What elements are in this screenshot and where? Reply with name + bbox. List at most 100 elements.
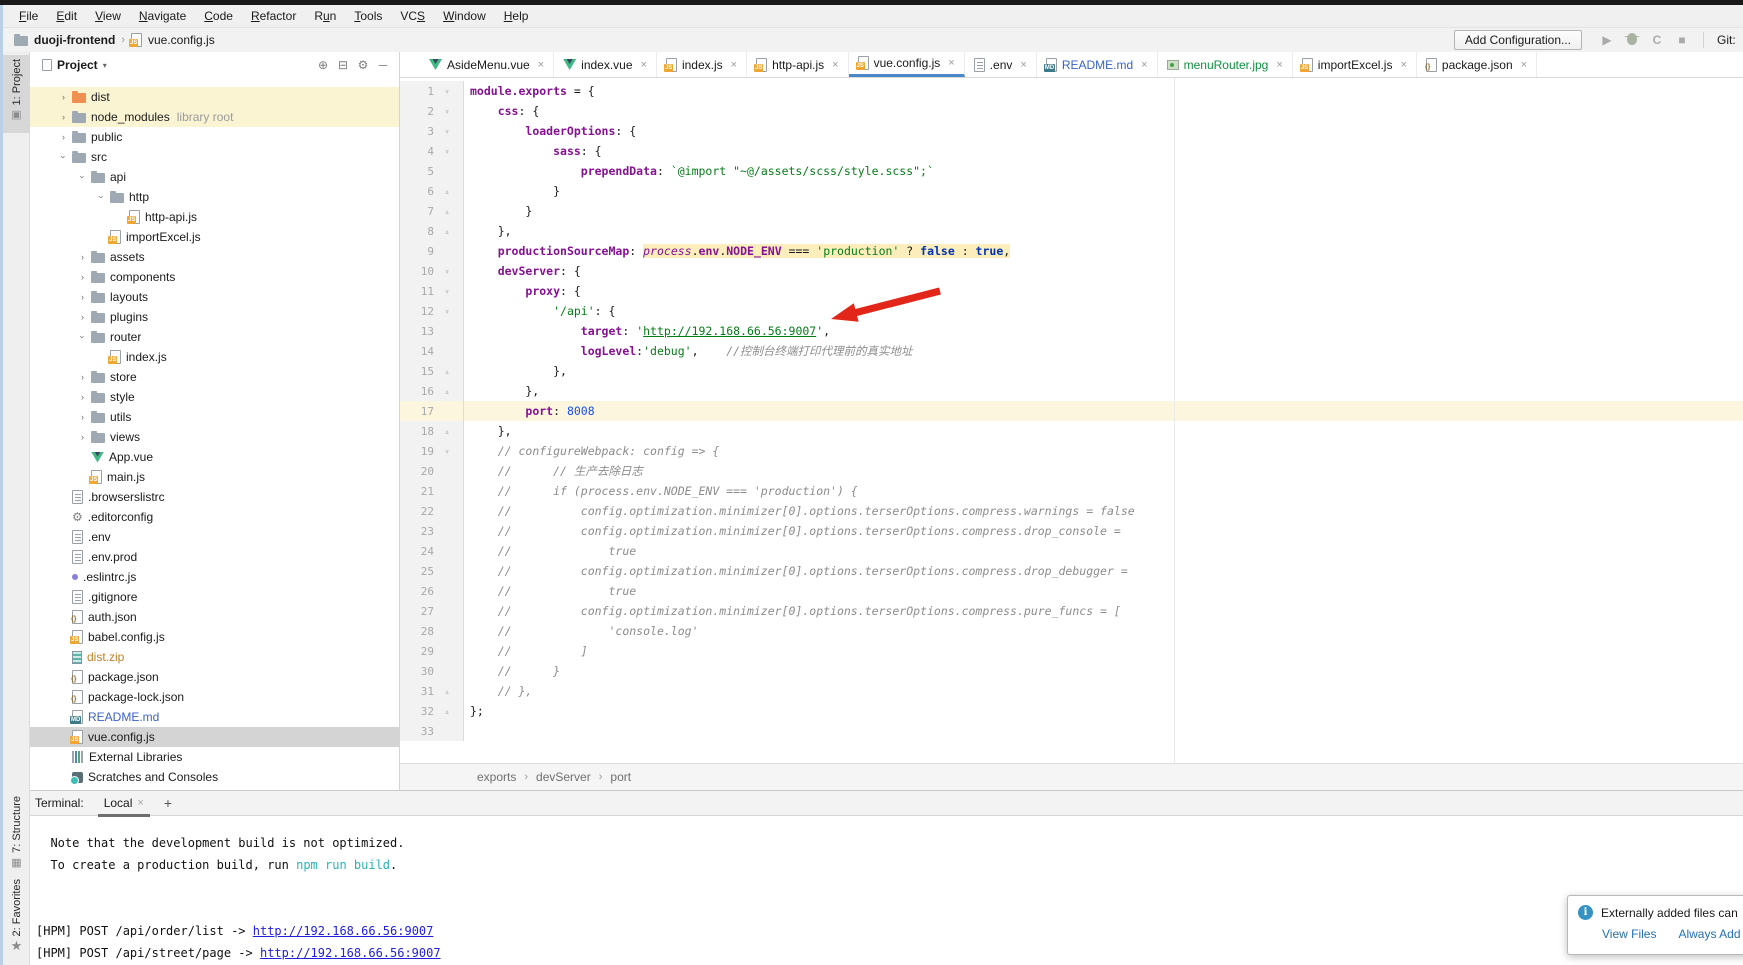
gutter[interactable]: 30 xyxy=(400,661,464,681)
project-panel-title[interactable]: Project xyxy=(57,58,98,72)
gutter[interactable]: 6▵ xyxy=(400,181,464,201)
menu-item-refactor[interactable]: Refactor xyxy=(242,6,305,26)
gutter[interactable]: 33 xyxy=(400,721,464,741)
gutter[interactable]: 28 xyxy=(400,621,464,641)
gutter[interactable]: 16▵ xyxy=(400,381,464,401)
tree-item-views[interactable]: ›views xyxy=(30,427,399,447)
gutter[interactable]: 11▿ xyxy=(400,281,464,301)
gutter[interactable]: 14 xyxy=(400,341,464,361)
menu-item-file[interactable]: File xyxy=(10,6,47,26)
tree-item-style[interactable]: ›style xyxy=(30,387,399,407)
settings-gear-icon[interactable]: ⚙ xyxy=(353,58,373,72)
toolwindow-favorites-button[interactable]: 2: Favorites ★ xyxy=(3,875,30,960)
tree-item-index-js[interactable]: JSindex.js xyxy=(30,347,399,367)
close-icon[interactable]: × xyxy=(538,59,544,71)
close-icon[interactable]: × xyxy=(641,59,647,71)
chevron-icon[interactable]: › xyxy=(74,392,91,402)
gutter[interactable]: 4▿ xyxy=(400,141,464,161)
menu-item-view[interactable]: View xyxy=(86,6,130,26)
menu-item-edit[interactable]: Edit xyxy=(47,6,86,26)
fold-marker-icon[interactable]: ▿ xyxy=(434,147,460,156)
stop-icon[interactable]: ■ xyxy=(1674,33,1690,47)
tree-item--env-prod[interactable]: .env.prod xyxy=(30,547,399,567)
tree-item--browserslistrc[interactable]: .browserslistrc xyxy=(30,487,399,507)
tree-item-app-vue[interactable]: App.vue xyxy=(30,447,399,467)
menu-item-window[interactable]: Window xyxy=(434,6,495,26)
chevron-icon[interactable]: › xyxy=(59,149,69,166)
fold-marker-icon[interactable]: ▵ xyxy=(434,227,460,236)
locate-file-icon[interactable]: ⊕ xyxy=(313,58,333,72)
editor-breadcrumb-devserver[interactable]: devServer xyxy=(536,770,591,784)
menu-item-run[interactable]: Run xyxy=(305,6,345,26)
chevron-icon[interactable]: › xyxy=(55,92,72,102)
editor-breadcrumb-port[interactable]: port xyxy=(610,770,631,784)
tree-item-store[interactable]: ›store xyxy=(30,367,399,387)
chevron-icon[interactable]: › xyxy=(74,292,91,302)
fold-marker-icon[interactable]: ▿ xyxy=(434,127,460,136)
tree-item-babel-config-js[interactable]: JSbabel.config.js xyxy=(30,627,399,647)
chevron-down-icon[interactable]: ▾ xyxy=(103,61,107,70)
menu-item-code[interactable]: Code xyxy=(195,6,242,26)
fold-marker-icon[interactable]: ▵ xyxy=(434,187,460,196)
close-icon[interactable]: × xyxy=(731,59,737,71)
tree-item-src[interactable]: ›src xyxy=(30,147,399,167)
chevron-icon[interactable]: › xyxy=(74,372,91,382)
gutter[interactable]: 27 xyxy=(400,601,464,621)
add-configuration-button[interactable]: Add Configuration... xyxy=(1454,30,1582,50)
chevron-icon[interactable]: › xyxy=(78,169,88,186)
close-icon[interactable]: × xyxy=(1400,59,1406,71)
editor-breadcrumb-exports[interactable]: exports xyxy=(477,770,516,784)
gutter[interactable]: 10▿ xyxy=(400,261,464,281)
fold-marker-icon[interactable]: ▿ xyxy=(434,267,460,276)
fold-marker-icon[interactable]: ▿ xyxy=(434,447,460,456)
close-icon[interactable]: × xyxy=(1521,59,1527,71)
toolwindow-structure-button[interactable]: 7: Structure ▦ xyxy=(3,792,30,862)
terminal-tab-local[interactable]: Local × xyxy=(98,792,150,817)
gutter[interactable]: 9 xyxy=(400,241,464,261)
gutter[interactable]: 12▿ xyxy=(400,301,464,321)
git-branch-label[interactable]: Git: xyxy=(1717,33,1735,47)
tree-item-readme-md[interactable]: MDREADME.md xyxy=(30,707,399,727)
tree-item-api[interactable]: ›api xyxy=(30,167,399,187)
chevron-icon[interactable]: › xyxy=(55,112,72,122)
tree-item--editorconfig[interactable]: ⚙.editorconfig xyxy=(30,507,399,527)
gutter[interactable]: 18▵ xyxy=(400,421,464,441)
chevron-icon[interactable]: › xyxy=(74,312,91,322)
terminal-output[interactable]: Note that the development build is not o… xyxy=(30,816,1743,965)
chevron-icon[interactable]: › xyxy=(74,432,91,442)
menu-item-tools[interactable]: Tools xyxy=(345,6,391,26)
tree-item-vue-config-js[interactable]: JSvue.config.js xyxy=(30,727,399,747)
gutter[interactable]: 3▿ xyxy=(400,121,464,141)
fold-marker-icon[interactable]: ▵ xyxy=(434,387,460,396)
gutter[interactable]: 1▿ xyxy=(400,81,464,101)
coverage-icon[interactable]: C xyxy=(1649,33,1665,47)
run-icon[interactable]: ▶ xyxy=(1599,33,1615,47)
menu-item-navigate[interactable]: Navigate xyxy=(130,6,195,26)
tree-item-external-libraries[interactable]: External Libraries xyxy=(30,747,399,767)
notification-link-view-files[interactable]: View Files xyxy=(1602,927,1656,941)
fold-marker-icon[interactable]: ▿ xyxy=(434,287,460,296)
tree-item-utils[interactable]: ›utils xyxy=(30,407,399,427)
gutter[interactable]: 24 xyxy=(400,541,464,561)
tree-item-package-lock-json[interactable]: {}package-lock.json xyxy=(30,687,399,707)
menu-item-help[interactable]: Help xyxy=(495,6,538,26)
breadcrumb-project[interactable]: duoji-frontend xyxy=(34,33,115,47)
editor-tab-package-json[interactable]: {}package.json× xyxy=(1417,52,1537,77)
tree-item-http[interactable]: ›http xyxy=(30,187,399,207)
fold-marker-icon[interactable]: ▵ xyxy=(434,367,460,376)
close-icon[interactable]: × xyxy=(1141,59,1147,71)
notification-link-always-add[interactable]: Always Add xyxy=(1678,927,1740,941)
gutter[interactable]: 5 xyxy=(400,161,464,181)
chevron-icon[interactable]: › xyxy=(97,189,107,206)
fold-marker-icon[interactable]: ▿ xyxy=(434,107,460,116)
close-icon[interactable]: × xyxy=(832,59,838,71)
tree-item-router[interactable]: ›router xyxy=(30,327,399,347)
gutter[interactable]: 25 xyxy=(400,561,464,581)
tree-item-assets[interactable]: ›assets xyxy=(30,247,399,267)
toolwindow-project-button[interactable]: 1: Project ▣ xyxy=(3,55,30,133)
gutter[interactable]: 31▵ xyxy=(400,681,464,701)
chevron-icon[interactable]: › xyxy=(74,252,91,262)
fold-marker-icon[interactable]: ▵ xyxy=(434,687,460,696)
tree-item--gitignore[interactable]: .gitignore xyxy=(30,587,399,607)
tree-item-layouts[interactable]: ›layouts xyxy=(30,287,399,307)
